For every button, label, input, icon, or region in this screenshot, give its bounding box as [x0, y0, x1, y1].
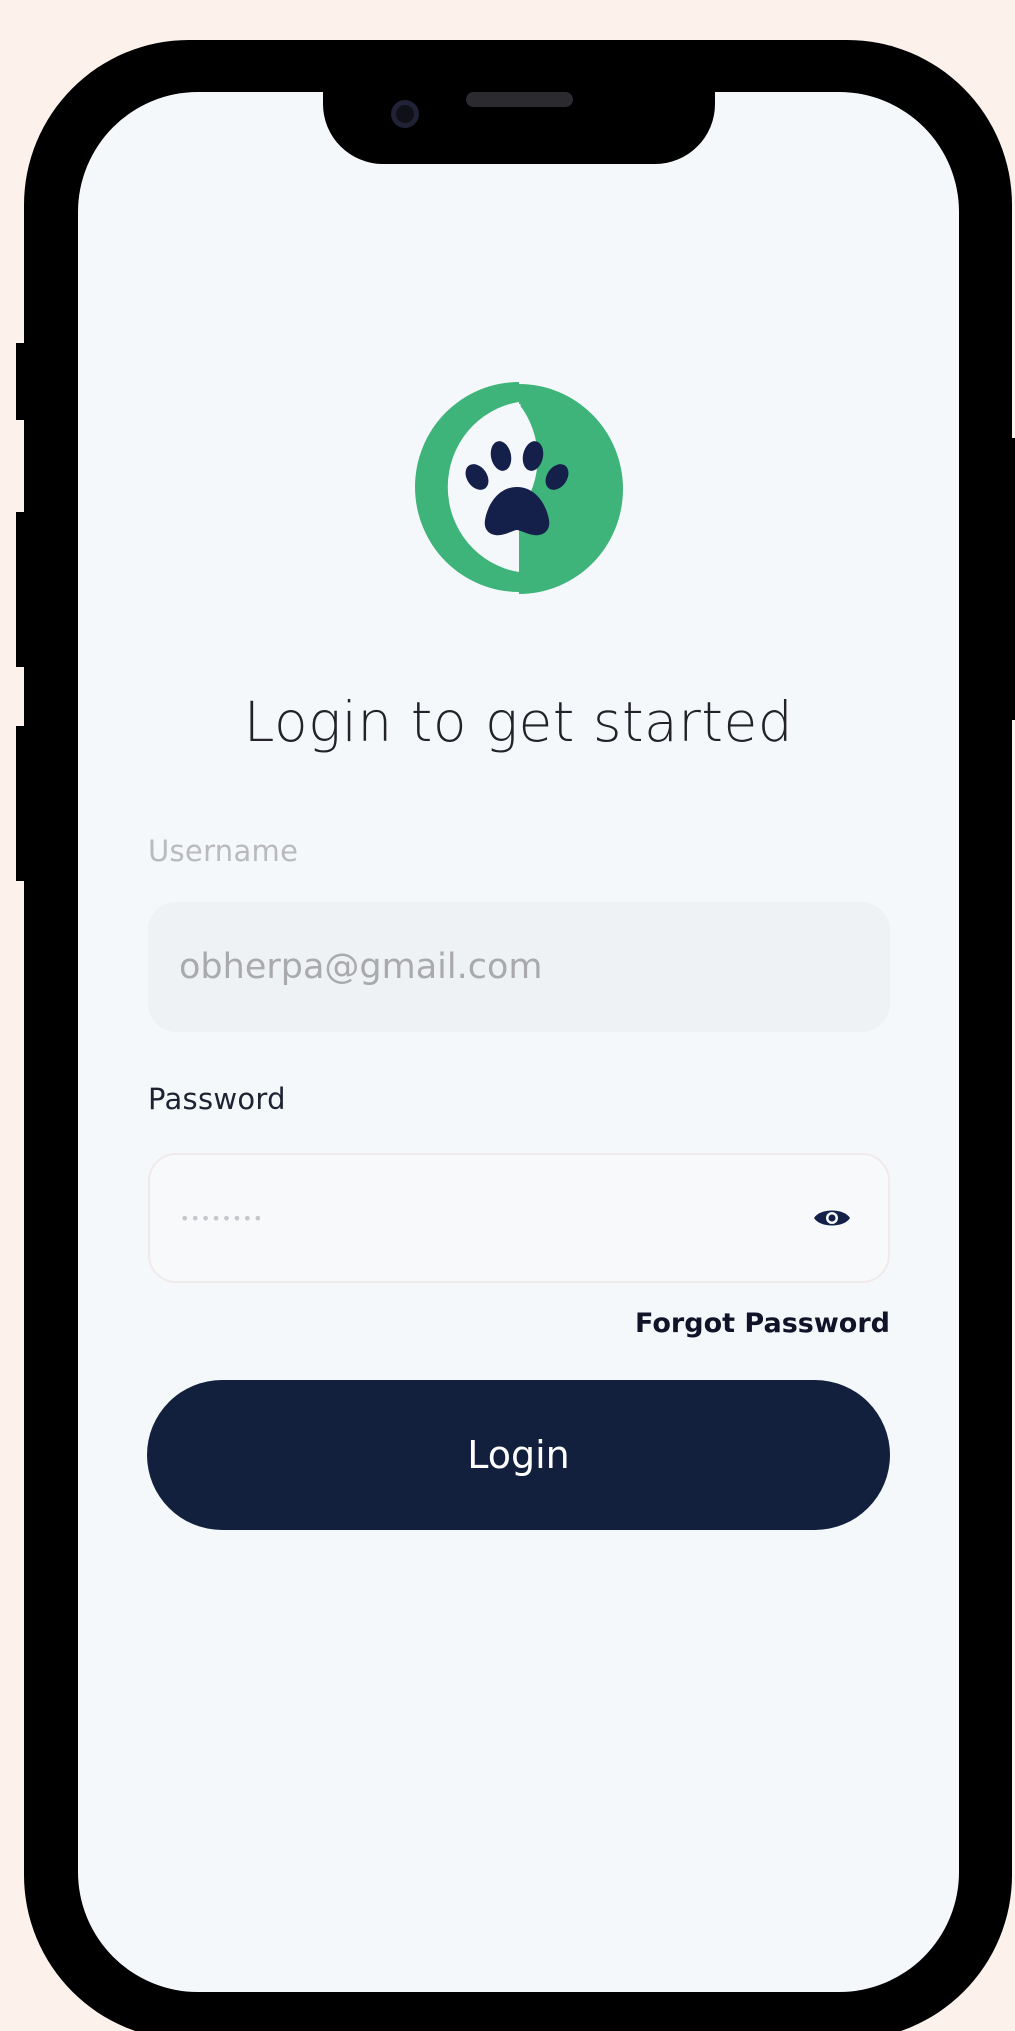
phone-notch [323, 92, 715, 164]
username-field-container [148, 902, 890, 1032]
login-button[interactable]: Login [147, 1380, 890, 1530]
front-camera [391, 100, 419, 128]
password-label: Password [148, 1082, 286, 1116]
eye-icon[interactable] [812, 1205, 852, 1231]
app-logo [415, 382, 623, 594]
earpiece-speaker [466, 92, 573, 107]
page: Login to get started Username Password •… [0, 0, 1015, 2031]
password-masked-value: •••••••• [180, 1208, 264, 1228]
login-button-label: Login [467, 1433, 570, 1477]
page-title: Login to get started [243, 690, 794, 754]
username-input[interactable] [179, 947, 890, 987]
username-label: Username [148, 834, 299, 868]
forgot-password-link[interactable]: Forgot Password [600, 1308, 890, 1339]
password-input[interactable]: •••••••• [148, 1153, 890, 1283]
